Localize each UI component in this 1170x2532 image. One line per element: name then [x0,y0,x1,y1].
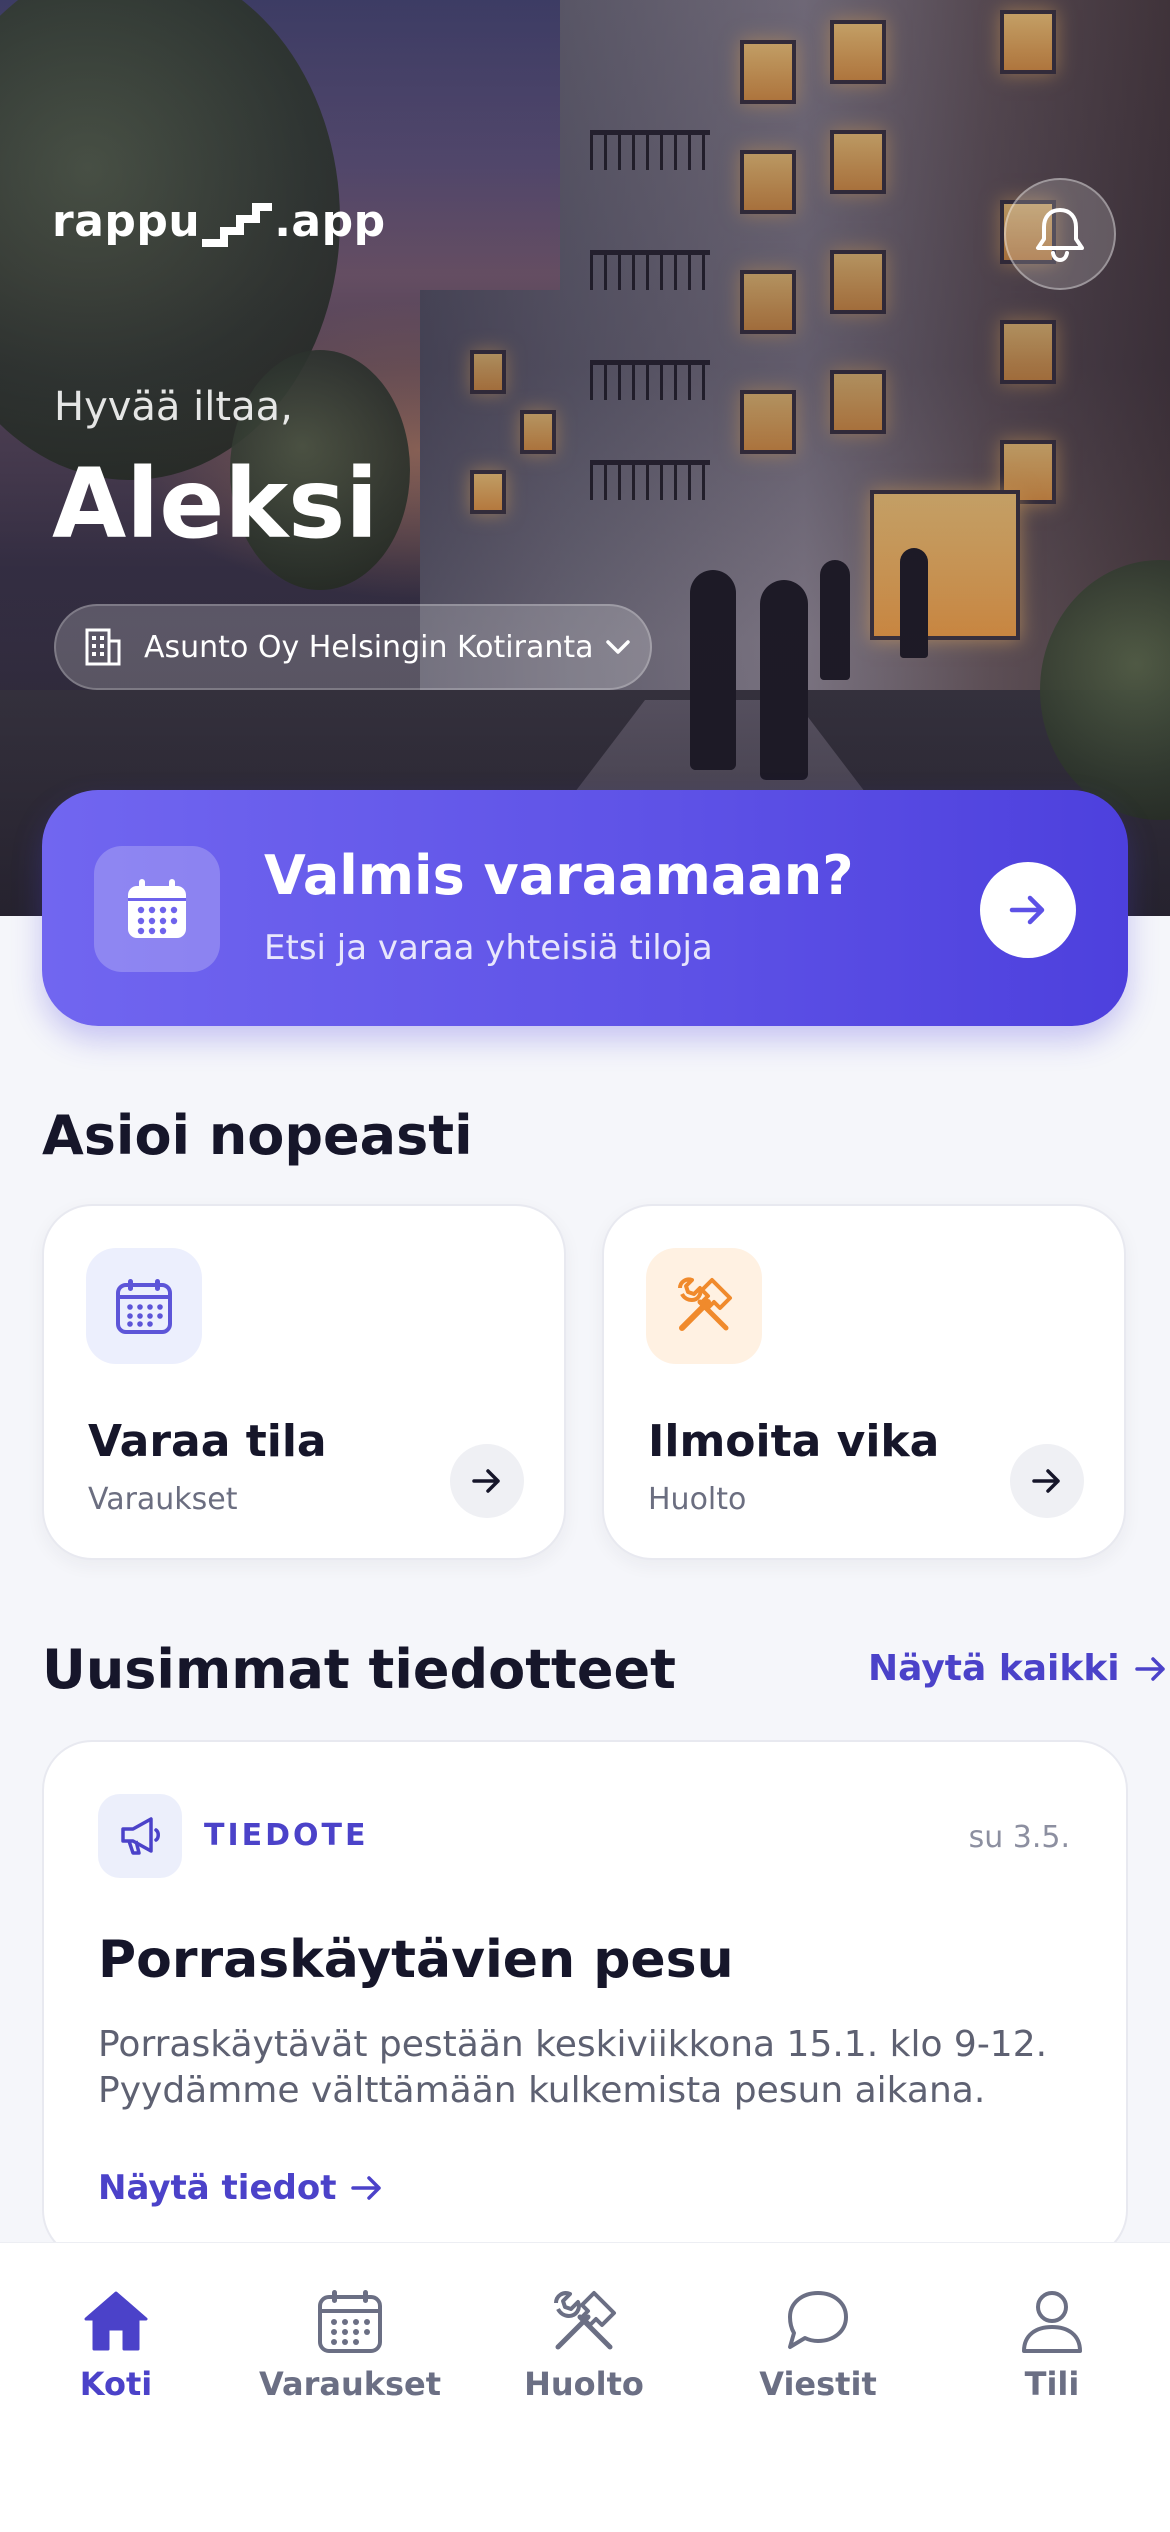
tab-varaukset[interactable]: Varaukset [250,2287,450,2427]
booking-cta-banner[interactable]: Valmis varaamaan? Etsi ja varaa yhteisiä… [42,790,1128,1026]
tab-viestit[interactable]: Viestit [718,2287,918,2427]
greeting-text: Hyvää iltaa, [54,384,293,430]
tab-label: Viestit [759,2365,877,2403]
quick-action-report-fault[interactable]: Ilmoita vika Huolto [602,1204,1126,1560]
arrow-right-icon [472,1469,500,1493]
quick-actions-title: Asioi nopeasti [42,1104,473,1167]
tools-icon [554,2291,616,2350]
see-all-label: Näytä kaikki [868,1648,1120,1689]
tab-label: Huolto [524,2365,644,2403]
stairs-logo-icon [202,203,273,247]
building-icon [85,628,121,666]
tab-label: Varaukset [258,2365,442,2403]
arrow-right-icon [1009,895,1045,925]
quick-action-arrow-button[interactable] [450,1444,524,1518]
announcement-title: Porraskäytävien pesu [98,1930,734,1990]
cta-arrow-button[interactable] [980,862,1076,958]
quick-action-icon-container [646,1248,762,1364]
announcements-title: Uusimmat tiedotteet [42,1638,676,1701]
cta-subtitle: Etsi ja varaa yhteisiä tiloja [264,928,713,968]
tools-icon [678,1277,732,1331]
bell-icon [1036,208,1084,262]
cta-title: Valmis varaamaan? [264,844,854,907]
building-name: Asunto Oy Helsingin Kotiranta [144,629,594,665]
tab-label: Tili [1024,2365,1080,2403]
building-selector[interactable]: Asunto Oy Helsingin Kotiranta [54,604,652,690]
tab-label: Koti [79,2365,153,2403]
quick-action-title: Ilmoita vika [648,1416,940,1467]
announcement-details-link[interactable]: Näytä tiedot [98,2168,384,2208]
tab-huolto[interactable]: Huolto [484,2287,684,2427]
user-name: Aleksi [52,448,379,560]
home-icon [84,2291,148,2351]
bottom-tab-bar: Koti Varaukset Huolto Viestit Tili [0,2242,1170,2532]
announcement-details-label: Näytä tiedot [98,2168,337,2208]
announcement-date: su 3.5. [968,1820,1070,1855]
notifications-button[interactable] [1004,178,1116,290]
quick-action-arrow-button[interactable] [1010,1444,1084,1518]
megaphone-icon [121,1817,160,1855]
tab-tili[interactable]: Tili [952,2287,1152,2427]
arrow-right-icon [1134,1656,1165,1681]
announcement-body: Porraskäytävät pestään keskiviikkona 15.… [98,2024,1048,2111]
calendar-icon [116,1279,172,1334]
announcement-card[interactable]: TIEDOTE su 3.5. Porraskäytävien pesu Por… [42,1740,1128,2260]
announcement-tag: TIEDOTE [204,1818,369,1853]
app-logo: rappu .app [52,196,386,247]
user-icon [1022,2291,1082,2353]
quick-action-book-space[interactable]: Varaa tila Varaukset [42,1204,566,1560]
quick-action-title: Varaa tila [88,1416,327,1467]
arrow-right-icon [351,2176,382,2200]
chat-icon [788,2291,848,2349]
arrow-right-icon [1032,1469,1060,1493]
quick-action-icon-container [86,1248,202,1364]
tab-koti[interactable]: Koti [16,2287,216,2427]
calendar-icon [318,2290,382,2353]
see-all-link[interactable]: Näytä kaikki [868,1648,1168,1689]
cta-icon-container [94,846,220,972]
announcement-icon-container [98,1794,182,1878]
calendar-icon [128,879,186,938]
quick-action-subtitle: Varaukset [88,1482,238,1517]
quick-action-subtitle: Huolto [648,1482,747,1517]
chevron-down-icon [605,640,630,654]
